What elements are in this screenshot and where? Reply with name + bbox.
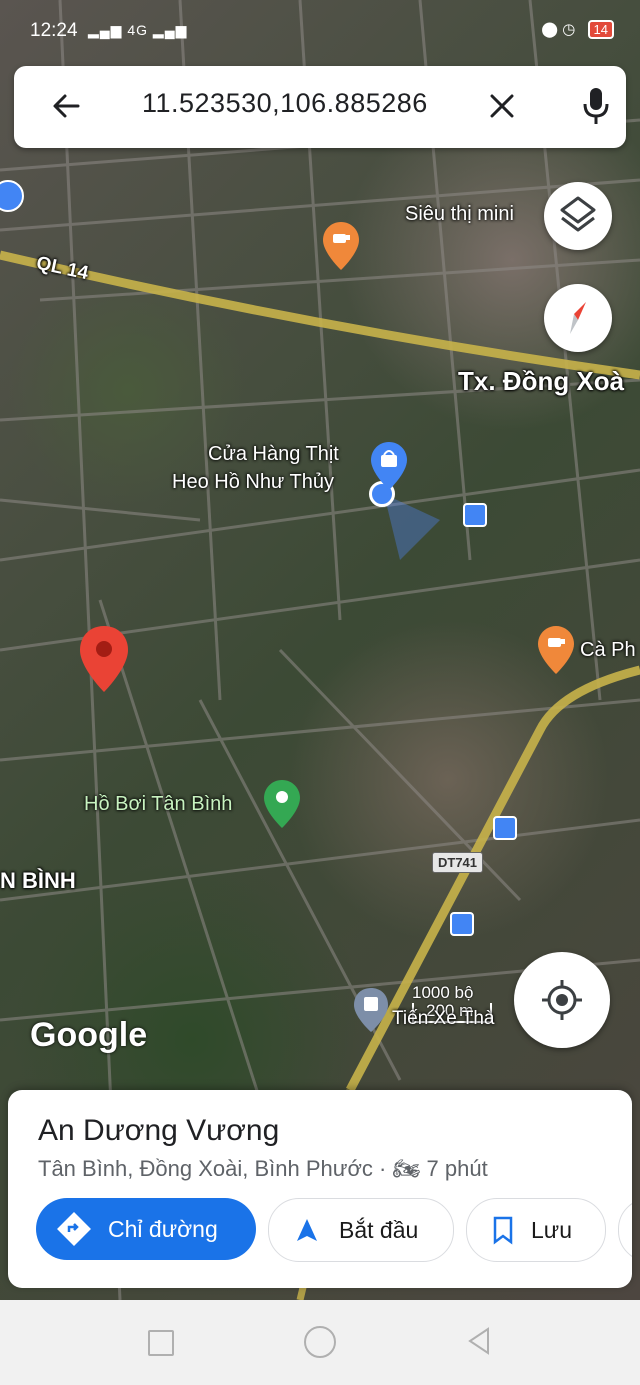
directions-button[interactable]: Chỉ đường [36,1198,256,1260]
address-text: Tân Bình, Đồng Xoài, Bình Phước · [38,1156,393,1181]
compass-icon [570,302,586,334]
search-bar[interactable]: 11.523530,106.885286 [14,66,626,148]
scale-label-feet: 1000 bộ [412,983,474,1002]
bus-station-icon[interactable] [354,988,388,1032]
cafe-icon [323,222,359,270]
signal-icon: ▂▄▆ 4G ▂▄▆ [88,22,188,38]
battery-icon: 14 [587,20,614,39]
directions-label: Chỉ đường [108,1215,218,1242]
status-time: 12:24 [30,20,78,41]
compass-button[interactable] [544,284,612,352]
home-icon[interactable] [304,1326,336,1358]
poi-label-line1: Cửa Hàng Thịt [208,443,339,465]
poi-label-line2: Heo Hồ Như Thủy [172,471,334,493]
bus-stop-icon[interactable] [493,816,517,840]
travel-time: 7 phút [426,1156,488,1181]
partial-poi-label: Tiến Xe Thà [392,1008,495,1029]
close-icon[interactable] [484,88,520,124]
place-address: Tân Bình, Đồng Xoài, Bình Phước · 🏍 7 ph… [38,1156,488,1182]
area-label: N BÌNH [0,868,76,893]
status-bar: 12:24 ▂▄▆ 4G ▂▄▆ ⬤ ◷ 14 [0,0,640,52]
poi-label: Siêu thị mini [405,203,514,225]
poi-label: Cà Ph [580,639,636,661]
location-icon: ⬤ [541,21,559,38]
save-button[interactable]: Lưu [466,1198,606,1262]
layers-icon [560,196,596,232]
my-location-button[interactable] [514,952,610,1048]
alarm-icon: ◷ [562,21,576,38]
shopping-bag-icon [371,442,407,490]
search-query[interactable]: 11.523530,106.885286 [142,88,428,119]
cafe-icon [538,626,574,674]
place-sheet[interactable]: An Dương Vương Tân Bình, Đồng Xoài, Bình… [8,1090,632,1288]
recents-icon[interactable] [148,1330,174,1356]
microphone-icon[interactable] [580,86,612,126]
layers-button[interactable] [544,182,612,250]
directions-icon [57,1212,91,1246]
bookmark-icon [493,1216,513,1245]
bus-stop-icon[interactable] [450,912,474,936]
arrow-left-icon[interactable] [48,88,84,124]
crosshair-icon [542,980,582,1020]
route-shield: DT741 [432,852,484,873]
system-nav-bar [0,1300,640,1385]
back-icon[interactable] [466,1326,492,1356]
motorbike-icon: 🏍 [392,1156,421,1181]
google-watermark: Google [30,1016,148,1054]
poi-label: Hồ Bơi Tân Bình [84,793,233,815]
green-pin-icon [264,780,300,828]
town-label: Tx. Đồng Xoà [458,366,625,396]
more-button-partial[interactable] [618,1198,632,1262]
bus-stop-icon[interactable] [463,503,487,527]
status-right: ⬤ ◷ 14 [541,20,614,39]
dropped-pin-icon[interactable] [80,626,128,692]
save-label: Lưu [531,1216,572,1243]
navigation-arrow-icon [297,1219,317,1241]
network-type: 4G [127,22,149,38]
start-label: Bắt đầu [339,1216,419,1243]
start-button[interactable]: Bắt đầu [268,1198,454,1262]
place-title: An Dương Vương [38,1114,280,1147]
